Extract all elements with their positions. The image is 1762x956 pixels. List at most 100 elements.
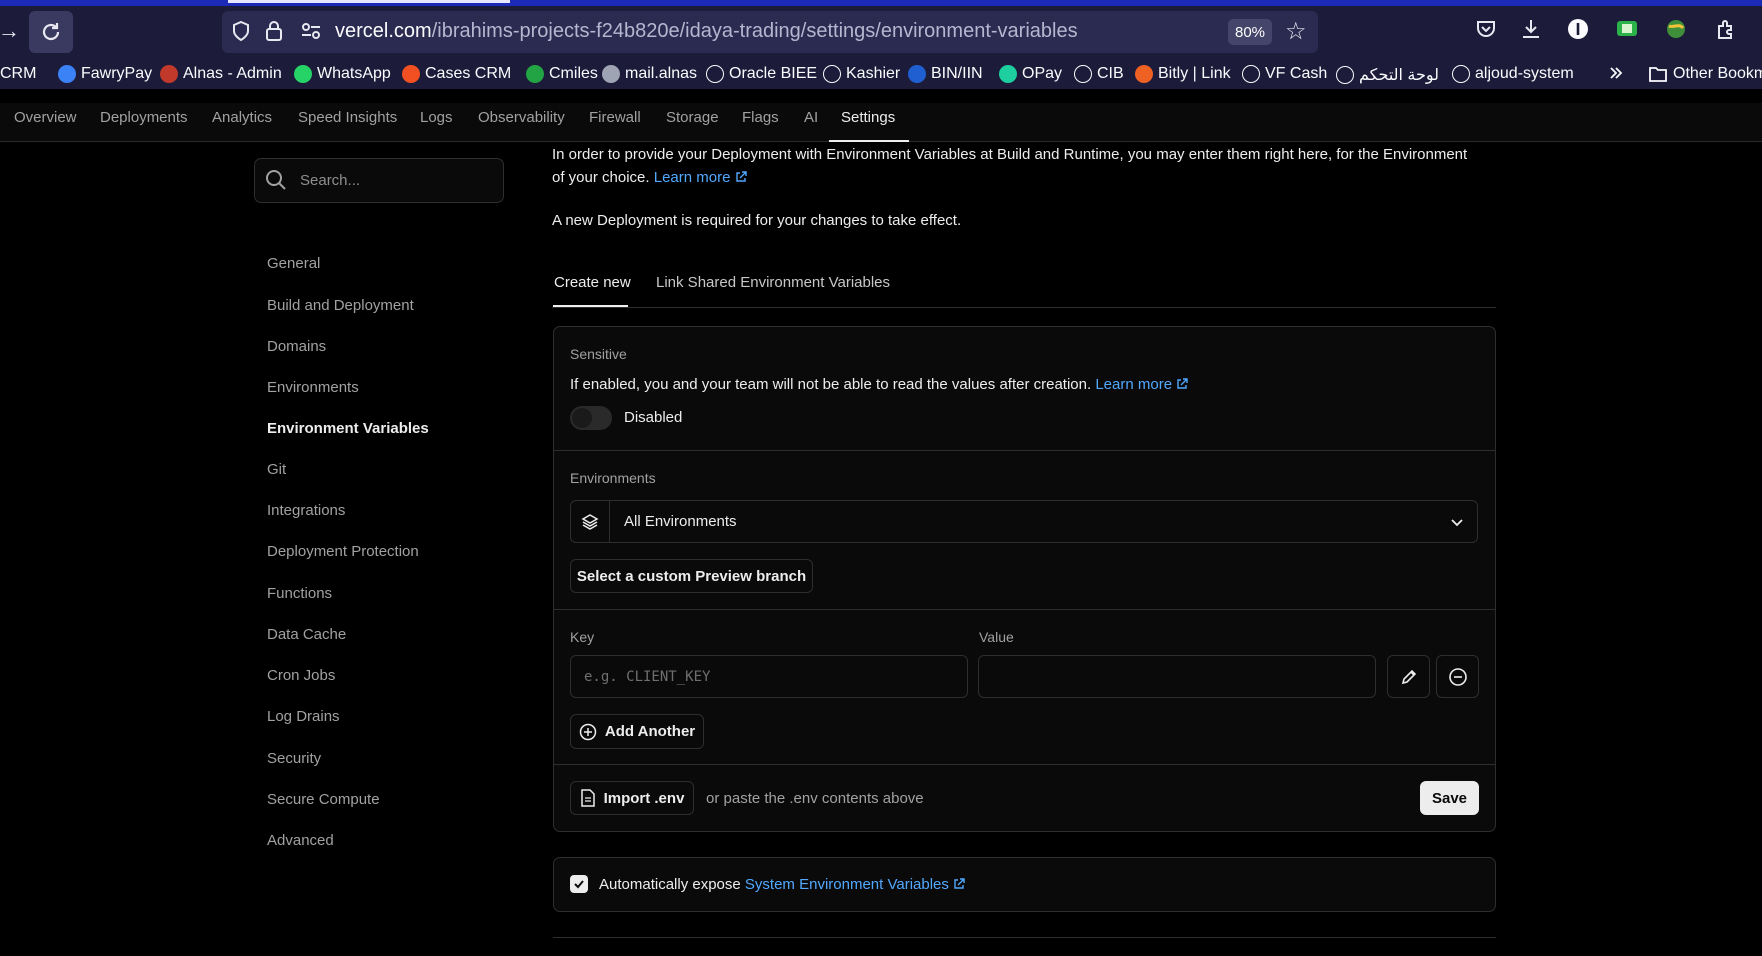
sidebar-item-security[interactable]: Security: [267, 750, 321, 767]
sidebar-item-environments[interactable]: Environments: [267, 379, 359, 396]
kashier-icon: [823, 65, 841, 83]
key-input[interactable]: e.g. CLIENT_KEY: [570, 655, 968, 698]
sensitive-toggle-state: Disabled: [624, 409, 683, 426]
sidebar-item-integrations[interactable]: Integrations: [267, 502, 345, 519]
bookmark-item[interactable]: WhatsApp: [294, 65, 391, 83]
globe-icon: [706, 65, 724, 83]
bookmark-item[interactable]: OPay: [999, 65, 1062, 83]
key-label: Key: [570, 629, 595, 645]
nav-tab-settings[interactable]: Settings: [841, 109, 895, 126]
settings-search-input[interactable]: [254, 158, 504, 203]
bookmarks-overflow-icon[interactable]: [1608, 65, 1624, 81]
import-env-button[interactable]: Import .env: [570, 781, 694, 815]
bookmark-label: Cases CRM: [425, 65, 512, 82]
system-env-vars-label: System Environment Variables: [744, 876, 949, 893]
other-bookmarks-folder[interactable]: Other Bookm: [1648, 65, 1762, 83]
bookmark-item[interactable]: Cmiles: [526, 65, 598, 83]
bookmark-item[interactable]: aljoud-system: [1452, 65, 1574, 83]
nav-tab-observability[interactable]: Observability: [478, 109, 565, 126]
sensitive-learn-more-link[interactable]: Learn more: [1095, 376, 1188, 393]
environments-label: Environments: [570, 470, 656, 486]
other-bookmarks-label: Other Bookm: [1673, 65, 1762, 82]
bookmark-label: لوحة التحكم: [1359, 67, 1440, 84]
shield-icon[interactable]: [231, 20, 251, 42]
bookmark-item[interactable]: Bitly | Link: [1135, 65, 1231, 83]
nav-tab-deployments[interactable]: Deployments: [100, 109, 188, 126]
back-arrow-icon[interactable]: →: [0, 18, 20, 44]
extensions-puzzle-icon[interactable]: [1715, 18, 1737, 40]
sidebar-item-functions[interactable]: Functions: [267, 585, 332, 602]
bookmark-item[interactable]: لوحة التحكم: [1336, 65, 1439, 85]
bookmark-label: Kashier: [846, 65, 901, 82]
tab-create-new[interactable]: Create new: [554, 274, 631, 291]
zoom-level-badge[interactable]: 80%: [1228, 19, 1272, 45]
url-text[interactable]: vercel.com/ibrahims-projects-f24b820e/id…: [335, 20, 1078, 43]
bookmark-label: Oracle BIEE: [729, 65, 818, 82]
nav-tab-logs[interactable]: Logs: [420, 109, 453, 126]
nav-tab-flags[interactable]: Flags: [742, 109, 779, 126]
bookmark-item[interactable]: BIN/IIN: [908, 65, 983, 83]
opay-icon: [999, 65, 1017, 83]
tab-link-shared[interactable]: Link Shared Environment Variables: [656, 274, 890, 291]
remove-row-button[interactable]: [1436, 655, 1479, 698]
sidebar-item-log-drains[interactable]: Log Drains: [267, 708, 340, 725]
sidebar-item-cron-jobs[interactable]: Cron Jobs: [267, 667, 335, 684]
nav-tab-storage[interactable]: Storage: [666, 109, 719, 126]
nav-tab-ai[interactable]: AI: [804, 109, 818, 126]
bin-icon: [908, 65, 926, 83]
sidebar-item-deployment-protection[interactable]: Deployment Protection: [267, 543, 419, 560]
lock-icon[interactable]: [264, 20, 284, 42]
value-input[interactable]: [978, 655, 1376, 698]
globe-icon: [1336, 66, 1354, 84]
save-button[interactable]: Save: [1420, 781, 1479, 815]
tab-active-underline: [553, 305, 628, 307]
chevron-down-icon: [1449, 514, 1465, 530]
bookmark-label: Cmiles: [549, 65, 598, 82]
add-another-button[interactable]: Add Another: [570, 714, 704, 749]
cmiles-icon: [526, 65, 544, 83]
sidebar-item-general[interactable]: General: [267, 255, 320, 272]
bookmark-item[interactable]: CRM: [0, 65, 36, 83]
sidebar-item-build-and-deployment[interactable]: Build and Deployment: [267, 297, 414, 314]
bookmark-star-icon[interactable]: ☆: [1285, 17, 1307, 46]
bookmark-label: aljoud-system: [1475, 65, 1574, 82]
bookmark-item[interactable]: Alnas - Admin: [160, 65, 282, 83]
nav-tab-firewall[interactable]: Firewall: [589, 109, 641, 126]
check-icon: [574, 880, 584, 889]
sidebar-item-domains[interactable]: Domains: [267, 338, 326, 355]
sidebar-item-data-cache[interactable]: Data Cache: [267, 626, 346, 643]
intro-text: In order to provide your Deployment with…: [552, 143, 1482, 189]
sidebar-item-environment-variables[interactable]: Environment Variables: [267, 420, 429, 437]
nav-tab-overview[interactable]: Overview: [14, 109, 77, 126]
bottom-divider: [553, 937, 1496, 938]
nav-tab-speed-insights[interactable]: Speed Insights: [298, 109, 397, 126]
sensitive-description: If enabled, you and your team will not b…: [570, 376, 1188, 393]
reload-icon: [42, 23, 60, 41]
pocket-icon[interactable]: [1475, 18, 1497, 40]
site-permissions-icon[interactable]: [300, 20, 322, 42]
bookmark-item[interactable]: Kashier: [823, 65, 900, 83]
bookmark-item[interactable]: VF Cash: [1242, 65, 1327, 83]
select-custom-preview-branch-button[interactable]: Select a custom Preview branch: [570, 559, 813, 593]
bookmark-item[interactable]: CIB: [1074, 65, 1124, 83]
expose-system-vars-checkbox[interactable]: [570, 875, 588, 893]
bookmark-item[interactable]: Oracle BIEE: [706, 65, 817, 83]
bookmark-item[interactable]: FawryPay: [58, 65, 152, 83]
globe-icon: [1074, 65, 1092, 83]
globe-icon: [1242, 65, 1260, 83]
extension-globe-icon[interactable]: [1665, 18, 1687, 40]
reload-button[interactable]: [29, 11, 73, 53]
external-link-icon: [1177, 378, 1188, 389]
bookmark-item[interactable]: mail.alnas: [602, 65, 697, 83]
nav-tab-analytics[interactable]: Analytics: [212, 109, 272, 126]
sidebar-item-git[interactable]: Git: [267, 461, 286, 478]
edit-value-button[interactable]: [1387, 655, 1430, 698]
download-icon[interactable]: [1520, 18, 1542, 40]
sidebar-item-advanced[interactable]: Advanced: [267, 832, 334, 849]
sidebar-item-secure-compute[interactable]: Secure Compute: [267, 791, 380, 808]
extension-green-icon[interactable]: [1616, 18, 1638, 38]
intro-learn-more-link[interactable]: Learn more: [654, 169, 747, 186]
info-icon[interactable]: [1567, 18, 1589, 40]
system-env-vars-link[interactable]: System Environment Variables: [745, 876, 965, 893]
bookmark-item[interactable]: Cases CRM: [402, 65, 511, 83]
